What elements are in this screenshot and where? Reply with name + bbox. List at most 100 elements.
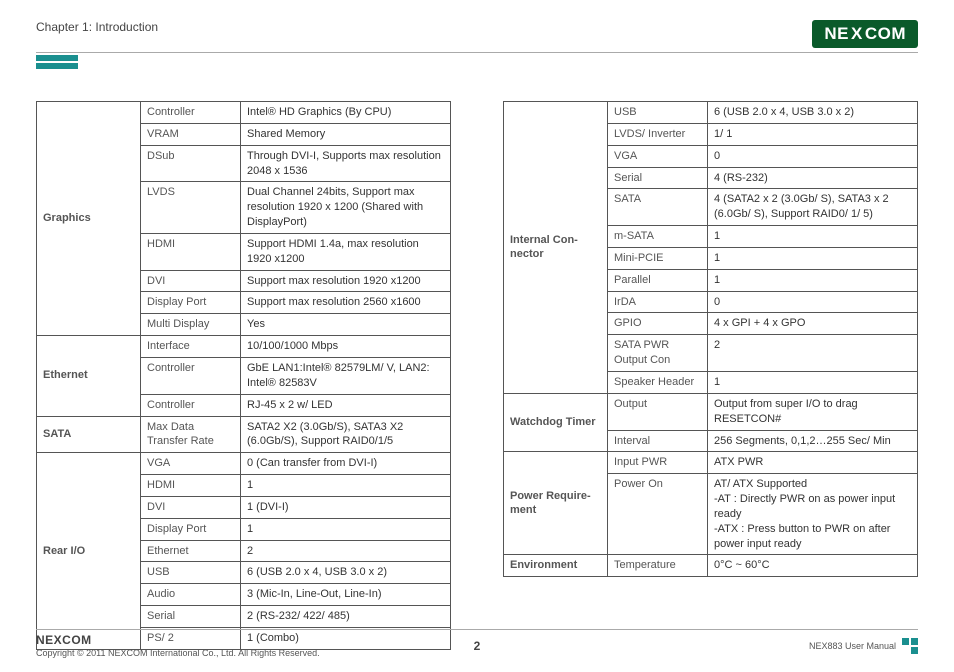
spec-key: Serial — [141, 606, 241, 628]
divider-top — [36, 52, 918, 53]
category-cell: Watchdog Timer — [504, 393, 608, 452]
table-row: Internal Con­nectorUSB6 (USB 2.0 x 4, US… — [504, 102, 918, 124]
category-cell: Environment — [504, 555, 608, 577]
category-cell: Graphics — [37, 102, 141, 336]
spec-value: 0 (Can transfer from DVI-I) — [241, 453, 451, 475]
logo-ne: NE — [824, 24, 849, 44]
spec-key: VGA — [608, 145, 708, 167]
spec-key: HDMI — [141, 475, 241, 497]
spec-key: Controller — [141, 394, 241, 416]
table-row: SATAMax Data Transfer RateSATA2 X2 (3.0G… — [37, 416, 451, 453]
spec-key: Interval — [608, 430, 708, 452]
table-row: EnvironmentTemperature0°C ~ 60°C — [504, 555, 918, 577]
spec-value: 3 (Mic-In, Line-Out, Line-In) — [241, 584, 451, 606]
spec-key: Speaker Header — [608, 371, 708, 393]
spec-value: 2 — [708, 335, 918, 372]
spec-value: 1 (DVI-I) — [241, 496, 451, 518]
chapter-title: Chapter 1: Introduction — [36, 20, 158, 34]
spec-value: Through DVI-I, Supports max resolution 2… — [241, 145, 451, 182]
category-cell: Power Require­ment — [504, 452, 608, 555]
footer-logo: NEXCOM — [36, 633, 320, 647]
category-cell: Internal Con­nector — [504, 102, 608, 394]
spec-value: Support max resolution 1920 x1200 — [241, 270, 451, 292]
spec-key: USB — [608, 102, 708, 124]
spec-value: Intel® HD Graphics (By CPU) — [241, 102, 451, 124]
table-row: Rear I/OVGA0 (Can transfer from DVI-I) — [37, 453, 451, 475]
spec-key: HDMI — [141, 233, 241, 270]
spec-value: 10/100/1000 Mbps — [241, 336, 451, 358]
spec-value: Dual Channel 24bits, Support max resolut… — [241, 182, 451, 234]
spec-value: 1/ 1 — [708, 123, 918, 145]
spec-value: 0 — [708, 145, 918, 167]
spec-key: Multi Display — [141, 314, 241, 336]
spec-key: Mini-PCIE — [608, 247, 708, 269]
spec-value: 1 — [241, 518, 451, 540]
category-cell: Ethernet — [37, 336, 141, 416]
spec-key: Display Port — [141, 518, 241, 540]
spec-value: AT/ ATX Supported -AT : Directly PWR on … — [708, 474, 918, 555]
spec-value: 0 — [708, 291, 918, 313]
spec-key: Output — [608, 393, 708, 430]
spec-value: 4 x GPI + 4 x GPO — [708, 313, 918, 335]
spec-value: 0°C ~ 60°C — [708, 555, 918, 577]
spec-key: Serial — [608, 167, 708, 189]
spec-key: IrDA — [608, 291, 708, 313]
spec-value: 1 — [708, 371, 918, 393]
spec-key: Input PWR — [608, 452, 708, 474]
page-number: 2 — [474, 639, 481, 653]
spec-key: SATA — [608, 189, 708, 226]
spec-value: 2 (RS-232/ 422/ 485) — [241, 606, 451, 628]
spec-key: DSub — [141, 145, 241, 182]
spec-key: Controller — [141, 357, 241, 394]
spec-key: Temperature — [608, 555, 708, 577]
spec-key: LVDS/ Inverter — [608, 123, 708, 145]
decorative-bars — [36, 55, 78, 71]
spec-value: ATX PWR — [708, 452, 918, 474]
content-columns: GraphicsControllerIntel® HD Graphics (By… — [36, 101, 918, 650]
spec-value: 2 — [241, 540, 451, 562]
spec-key: Interface — [141, 336, 241, 358]
table-row: EthernetInterface10/100/1000 Mbps — [37, 336, 451, 358]
spec-key: VGA — [141, 453, 241, 475]
spec-value: 1 — [708, 226, 918, 248]
table-row: GraphicsControllerIntel® HD Graphics (By… — [37, 102, 451, 124]
spec-value: 6 (USB 2.0 x 4, USB 3.0 x 2) — [708, 102, 918, 124]
category-cell: SATA — [37, 416, 141, 453]
spec-value: 1 — [708, 269, 918, 291]
logo-x: X — [851, 24, 863, 44]
spec-key: Parallel — [608, 269, 708, 291]
spec-key: Display Port — [141, 292, 241, 314]
spec-value: SATA2 X2 (3.0Gb/S), SATA3 X2 (6.0Gb/S), … — [241, 416, 451, 453]
spec-value: 4 (SATA2 x 2 (3.0Gb/ S), SATA3 x 2 (6.0G… — [708, 189, 918, 226]
corner-icon — [902, 638, 918, 654]
spec-value: Support HDMI 1.4a, max resolution 1920 x… — [241, 233, 451, 270]
spec-value: 1 — [708, 247, 918, 269]
spec-value: RJ-45 x 2 w/ LED — [241, 394, 451, 416]
spec-key: Power On — [608, 474, 708, 555]
spec-key: LVDS — [141, 182, 241, 234]
spec-value: Output from super I/O to drag RESETCON# — [708, 393, 918, 430]
spec-key: SATA PWR Output Con — [608, 335, 708, 372]
spec-key: Max Data Transfer Rate — [141, 416, 241, 453]
spec-table-right: Internal Con­nectorUSB6 (USB 2.0 x 4, US… — [503, 101, 918, 577]
spec-value: 1 — [241, 475, 451, 497]
spec-key: Ethernet — [141, 540, 241, 562]
footer: NEXCOM Copyright © 2011 NEXCOM Internati… — [36, 629, 918, 658]
spec-key: USB — [141, 562, 241, 584]
table-row: Power Require­mentInput PWRATX PWR — [504, 452, 918, 474]
spec-table-left: GraphicsControllerIntel® HD Graphics (By… — [36, 101, 451, 650]
table-row: Watchdog TimerOutputOutput from super I/… — [504, 393, 918, 430]
spec-value: 4 (RS-232) — [708, 167, 918, 189]
spec-value: Support max resolution 2560 x1600 — [241, 292, 451, 314]
spec-key: GPIO — [608, 313, 708, 335]
spec-key: Audio — [141, 584, 241, 606]
spec-key: Controller — [141, 102, 241, 124]
logo-badge: NEXCOM — [812, 20, 918, 48]
spec-key: VRAM — [141, 123, 241, 145]
logo-tail: COM — [865, 24, 906, 44]
footer-doc: NEX883 User Manual — [809, 641, 896, 651]
category-cell: Rear I/O — [37, 453, 141, 650]
spec-value: 6 (USB 2.0 x 4, USB 3.0 x 2) — [241, 562, 451, 584]
spec-value: 256 Segments, 0,1,2…255 Sec/ Min — [708, 430, 918, 452]
spec-value: Yes — [241, 314, 451, 336]
